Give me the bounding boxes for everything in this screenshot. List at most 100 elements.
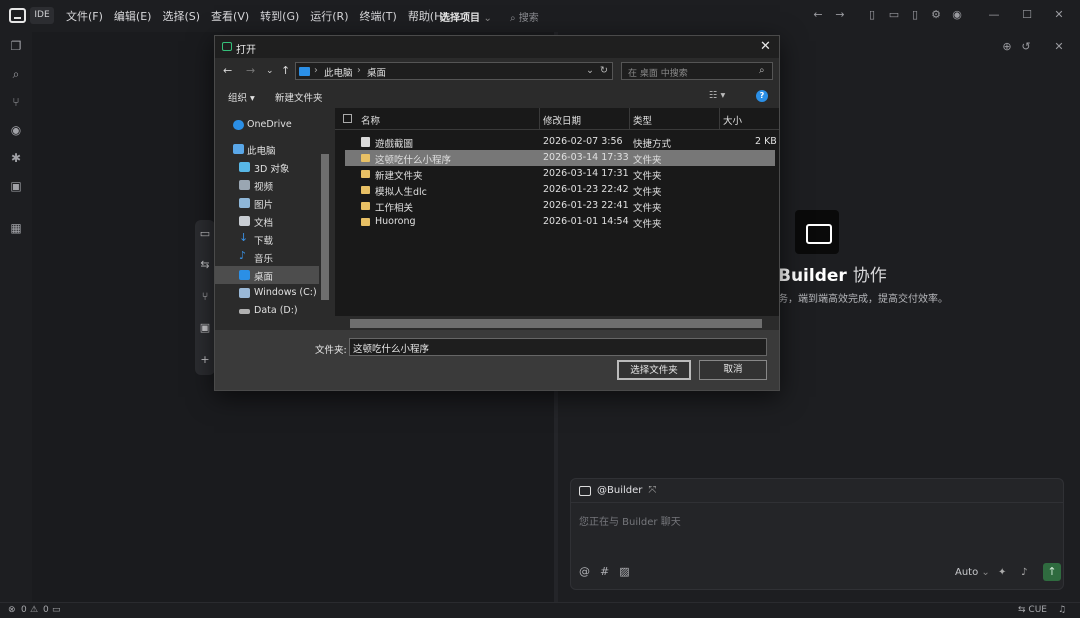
file-type: 快捷方式	[633, 139, 672, 150]
ports-icon[interactable]: ▭	[52, 605, 61, 615]
chat-mention[interactable]: @Builder	[597, 485, 642, 496]
remote-folder-icon[interactable]: ⇆	[198, 258, 212, 272]
source-control-icon[interactable]: ⑂	[8, 94, 24, 110]
file-row[interactable]: 遊戲截圖 2026-02-07 3:56 快捷方式 2 KB	[345, 134, 777, 150]
file-list-h-scroll-thumb[interactable]	[350, 319, 762, 328]
menu-edit[interactable]: 编辑(E)	[114, 8, 152, 24]
folder-open-icon[interactable]: ▭	[198, 227, 212, 241]
close-panel-icon[interactable]: ✕	[1053, 41, 1065, 53]
settings-gear-icon[interactable]: ⚙	[930, 9, 942, 21]
toggle-bottom-panel-icon[interactable]: ▭	[888, 9, 900, 21]
status-right[interactable]: ⇆ CUE	[1018, 605, 1047, 615]
search-icon[interactable]: ⌕	[8, 66, 24, 82]
builder-title: Builder 协作	[778, 261, 887, 286]
back-arrow-icon[interactable]: ←	[223, 64, 232, 77]
folder-name-input[interactable]: 这顿吃什么小程序	[349, 338, 767, 356]
file-row[interactable]: 模拟人生dlc 2026-01-23 22:42 文件夹	[345, 182, 775, 198]
error-icon[interactable]: ⊗	[8, 605, 16, 615]
terminal-icon[interactable]: ▣	[198, 321, 212, 335]
new-folder-button[interactable]: 新建文件夹	[275, 90, 323, 104]
refresh-icon[interactable]: ↻	[600, 65, 608, 76]
toggle-right-panel-icon[interactable]: ▯	[909, 9, 921, 21]
column-divider[interactable]	[629, 108, 630, 130]
debug-icon[interactable]: ✱	[8, 150, 24, 166]
nav-item-pictures[interactable]: 图片	[215, 194, 319, 212]
history-icon[interactable]: ↺	[1020, 41, 1032, 53]
extensions-icon[interactable]: ▦	[8, 220, 24, 236]
notification-bell-icon[interactable]: ♫	[1058, 605, 1066, 615]
model-selector[interactable]: Auto ⌄	[955, 567, 990, 578]
warning-icon[interactable]: ⚠	[30, 605, 38, 615]
file-row-selected[interactable]: 这顿吃什么小程序 2026-03-14 17:33 文件夹	[345, 150, 775, 166]
close-window-icon[interactable]: ✕	[1053, 9, 1065, 21]
explorer-icon[interactable]: ❐	[8, 38, 24, 54]
organize-button[interactable]: 组织 ▾	[228, 90, 255, 104]
folder-label: 文件夹:	[315, 345, 347, 356]
nav-item-downloads[interactable]: ↓ 下载	[215, 230, 319, 248]
toggle-left-panel-icon[interactable]: ▯	[866, 9, 878, 21]
file-row[interactable]: 工作相关 2026-01-23 22:41 文件夹	[345, 198, 775, 214]
maximize-icon[interactable]: ☐	[1021, 9, 1033, 21]
image-icon[interactable]: ▨	[619, 565, 629, 578]
mention-icon[interactable]: @	[579, 565, 590, 578]
ide-badge[interactable]: IDE	[30, 7, 54, 24]
file-row[interactable]: 新建文件夹 2026-03-14 17:31 文件夹	[345, 166, 775, 182]
menu-select[interactable]: 选择(S)	[162, 8, 200, 24]
nav-item-desktop[interactable]: 桌面	[215, 266, 319, 284]
select-all-checkbox[interactable]	[343, 114, 352, 123]
send-button[interactable]: ↑	[1043, 563, 1061, 581]
sparkle-icon[interactable]: ✦	[998, 567, 1006, 578]
project-selector[interactable]: 选择项目 ⌄	[440, 9, 492, 24]
nav-item-drive-d[interactable]: Data (D:)	[215, 302, 319, 320]
minimize-icon[interactable]: —	[988, 9, 1000, 21]
cancel-button[interactable]: 取消	[699, 360, 767, 380]
up-arrow-icon[interactable]: ↑	[281, 64, 290, 77]
nav-scroll-thumb[interactable]	[321, 154, 329, 300]
back-arrow-icon[interactable]: ←	[812, 9, 824, 21]
select-folder-button[interactable]: 选择文件夹	[617, 360, 691, 380]
column-type[interactable]: 类型	[633, 113, 652, 127]
remote-monitor-icon[interactable]: ▣	[8, 178, 24, 194]
breadcrumb-pc[interactable]: 此电脑	[324, 65, 353, 79]
column-divider[interactable]	[539, 108, 540, 130]
switch-agent-icon[interactable]: ⤧	[648, 485, 656, 496]
forward-arrow-icon[interactable]: →	[834, 9, 846, 21]
microphone-icon[interactable]: ♪	[1021, 567, 1027, 578]
menu-view[interactable]: 查看(V)	[211, 8, 249, 24]
forward-arrow-icon[interactable]: →	[246, 64, 255, 77]
help-icon[interactable]: ?	[756, 90, 768, 102]
column-name[interactable]: 名称	[361, 113, 380, 127]
preview-eye-icon[interactable]: ◉	[8, 122, 24, 138]
nav-item-music[interactable]: ♪ 音乐	[215, 248, 319, 266]
add-icon[interactable]: +	[198, 353, 212, 367]
menu-file[interactable]: 文件(F)	[66, 8, 103, 24]
column-size[interactable]: 大小	[723, 113, 742, 127]
view-options-icon[interactable]: ☷ ▾	[709, 90, 725, 101]
nav-item-videos[interactable]: 视频	[215, 176, 319, 194]
dialog-close-icon[interactable]: ✕	[760, 39, 771, 54]
command-search[interactable]: ⌕ 搜索	[510, 9, 539, 24]
menu-run[interactable]: 运行(R)	[310, 8, 348, 24]
account-icon[interactable]: ◉	[951, 9, 963, 21]
new-chat-icon[interactable]: ⊕	[1001, 41, 1013, 53]
breadcrumb-desktop[interactable]: 桌面	[367, 65, 386, 79]
nav-item-onedrive[interactable]: OneDrive	[215, 116, 319, 134]
nav-item-drive-c[interactable]: Windows (C:)	[215, 284, 319, 302]
chevron-down-icon[interactable]: ⌄	[586, 65, 594, 76]
menu-goto[interactable]: 转到(G)	[260, 8, 299, 24]
column-divider[interactable]	[719, 108, 720, 130]
nav-label: Data (D:)	[254, 305, 298, 316]
menu-terminal[interactable]: 终端(T)	[360, 8, 397, 24]
address-bar[interactable]: › 此电脑 › 桌面 ⌄ ↻	[295, 62, 613, 80]
chat-input[interactable]: 您正在与 Builder 聊天	[579, 513, 681, 528]
search-box[interactable]: 在 桌面 中搜索 ⌕	[621, 62, 773, 80]
column-date[interactable]: 修改日期	[543, 113, 581, 127]
file-row[interactable]: Huorong 2026-01-01 14:54 文件夹	[345, 214, 775, 230]
hash-icon[interactable]: #	[600, 565, 609, 578]
git-branch-icon[interactable]: ⑂	[198, 290, 212, 304]
chat-box: @Builder ⤧ 您正在与 Builder 聊天 @ # ▨ Auto ⌄ …	[570, 478, 1064, 590]
recent-dropdown-icon[interactable]: ⌄	[266, 66, 274, 76]
nav-item-documents[interactable]: 文档	[215, 212, 319, 230]
nav-item-this-pc[interactable]: 此电脑	[215, 140, 319, 158]
nav-item-3d-objects[interactable]: 3D 对象	[215, 158, 319, 176]
